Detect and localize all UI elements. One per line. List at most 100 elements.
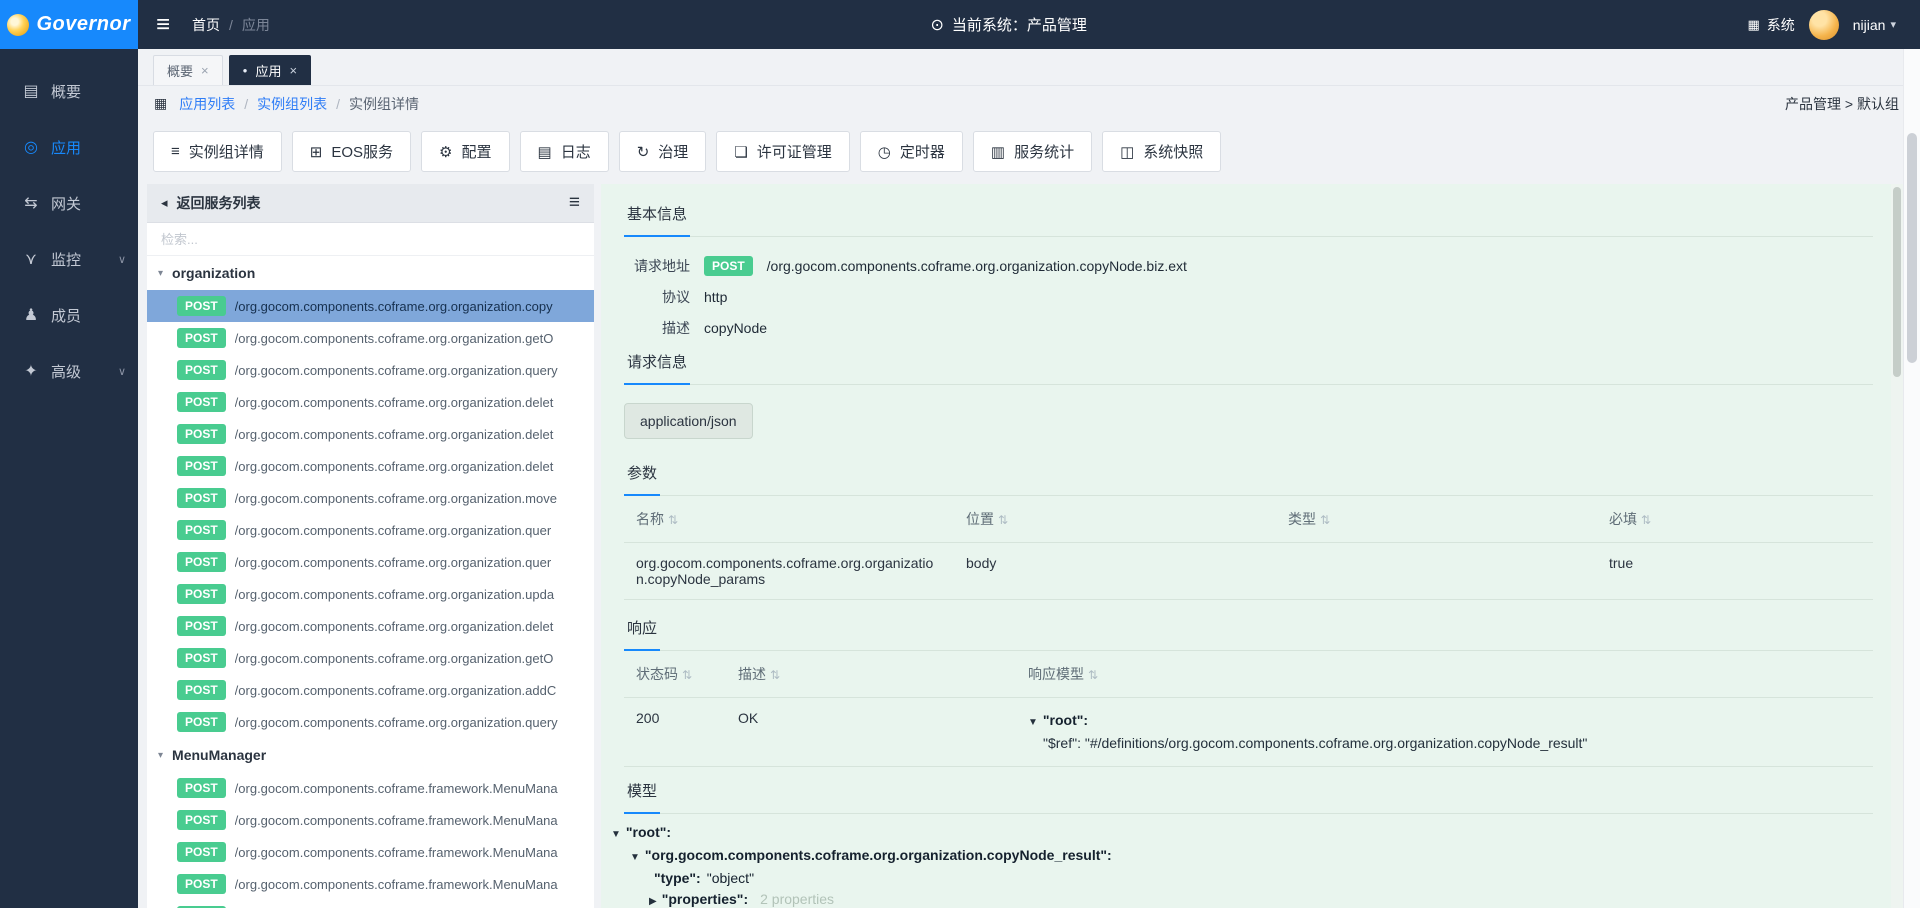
content-type-chip[interactable]: application/json [624, 403, 753, 439]
eos-service-button[interactable]: ⊞ EOS服务 [292, 131, 411, 172]
request-address-row: 请求地址 POST /org.gocom.components.coframe.… [624, 255, 1873, 276]
close-icon[interactable]: × [289, 63, 297, 78]
list-icon: ≡ [171, 143, 180, 160]
governance-button[interactable]: ↻ 治理 [619, 131, 707, 172]
service-group-organization[interactable]: ▾ organization [147, 256, 594, 290]
service-item[interactable]: POST /org.gocom.components.coframe.org.o… [147, 482, 594, 514]
system-snapshot-button[interactable]: ◫ 系统快照 [1102, 131, 1221, 172]
sidebar-item-advanced[interactable]: ✦ 高级 ∨ [0, 343, 138, 399]
tree-expand-icon[interactable]: ▶ [649, 891, 657, 908]
config-button[interactable]: ⚙ 配置 [421, 131, 509, 172]
timer-button[interactable]: ◷ 定时器 [860, 131, 963, 172]
group-label: organization [172, 265, 255, 281]
sidebar-item-members[interactable]: ♟ 成员 [0, 287, 138, 343]
sidebar-item-gateway[interactable]: ⇆ 网关 [0, 175, 138, 231]
service-path: /org.gocom.components.coframe.framework.… [235, 845, 584, 860]
service-item[interactable]: POST /org.gocom.components.coframe.org.o… [147, 418, 594, 450]
page-scrollbar[interactable] [1903, 49, 1920, 908]
back-to-service-list[interactable]: ◂ 返回服务列表 ≡ [147, 184, 594, 223]
breadcrumb-home-link[interactable]: 首页 [192, 15, 220, 35]
tree-expand-icon[interactable]: ▼ [630, 847, 640, 868]
tab-overview[interactable]: 概要 × [153, 55, 223, 85]
column-header-type[interactable]: 类型⇅ [1276, 496, 1597, 543]
service-item[interactable]: POST /org.gocom.components.coframe.org.o… [147, 610, 594, 642]
triangle-down-icon: ▾ [158, 268, 163, 279]
service-stats-button[interactable]: ▥ 服务统计 [973, 131, 1092, 172]
service-item[interactable]: POST /org.gocom.components.coframe.org.o… [147, 450, 594, 482]
detail-scrollbar[interactable] [1891, 184, 1903, 908]
column-header-required[interactable]: 必填⇅ [1597, 496, 1873, 543]
method-badge: POST [177, 810, 226, 830]
sort-icon[interactable]: ⇅ [770, 668, 780, 682]
response-table-header: 状态码⇅ 描述⇅ 响应模型⇅ [624, 651, 1873, 698]
description-row: 描述 copyNode [624, 317, 1873, 338]
column-header-name[interactable]: 名称⇅ [624, 496, 954, 543]
sort-icon[interactable]: ⇅ [1088, 668, 1098, 682]
service-item[interactable]: POST /org.gocom.components.coframe.org.o… [147, 290, 594, 322]
tree-expand-icon[interactable]: ▼ [611, 824, 621, 845]
sort-icon[interactable]: ⇅ [1641, 513, 1651, 527]
sort-icon[interactable]: ⇅ [682, 668, 692, 682]
service-search-input[interactable] [161, 232, 580, 247]
sidebar-item-overview[interactable]: ▤ 概要 [0, 63, 138, 119]
service-item[interactable]: POST /org.gocom.components.coframe.org.o… [147, 706, 594, 738]
sort-icon[interactable]: ⇅ [1320, 513, 1330, 527]
service-path: /org.gocom.components.coframe.framework.… [235, 877, 584, 892]
eye-icon: ⊙ [930, 15, 943, 35]
model-root-key: "root": [1043, 710, 1088, 731]
service-item[interactable]: POST /org.gocom.components.coframe.frame… [147, 900, 594, 908]
service-item[interactable]: POST /org.gocom.components.coframe.org.o… [147, 578, 594, 610]
column-header-description[interactable]: 描述⇅ [726, 651, 1016, 698]
tree-expand-icon[interactable]: ▼ [1028, 712, 1038, 733]
column-header-response-model[interactable]: 响应模型⇅ [1016, 651, 1873, 698]
response-model-cell: ▼ "root": "$ref": "#/definitions/org.goc… [1016, 698, 1873, 767]
avatar[interactable] [1809, 10, 1839, 40]
service-item[interactable]: POST /org.gocom.components.coframe.frame… [147, 836, 594, 868]
tree-node: ▶ "properties": 2 properties [611, 889, 1873, 908]
sidebar: ▤ 概要 ◎ 应用 ⇆ 网关 ⋎ 监控 ∨ ♟ 成员 ✦ 高级 ∨ [0, 49, 138, 908]
breadcrumb-current-link[interactable]: 应用 [242, 15, 270, 35]
service-item[interactable]: POST /org.gocom.components.coframe.frame… [147, 772, 594, 804]
sidebar-toggle-icon[interactable]: ≡ [156, 13, 170, 37]
service-path: /org.gocom.components.coframe.org.organi… [235, 683, 584, 698]
grid-icon: ▦ [154, 95, 167, 112]
sidebar-item-label: 成员 [51, 305, 81, 326]
service-item[interactable]: POST /org.gocom.components.coframe.org.o… [147, 322, 594, 354]
service-item[interactable]: POST /org.gocom.components.coframe.frame… [147, 868, 594, 900]
column-header-status-code[interactable]: 状态码⇅ [624, 651, 726, 698]
service-item[interactable]: POST /org.gocom.components.coframe.org.o… [147, 642, 594, 674]
scrollbar-thumb[interactable] [1907, 133, 1917, 363]
service-search [147, 223, 594, 256]
breadcrumb-app-list-link[interactable]: 应用列表 [179, 94, 235, 114]
governor-logo-icon [7, 14, 29, 36]
sort-icon[interactable]: ⇅ [668, 513, 678, 527]
service-item[interactable]: POST /org.gocom.components.coframe.org.o… [147, 354, 594, 386]
breadcrumb-instance-group-list-link[interactable]: 实例组列表 [257, 94, 327, 114]
service-item[interactable]: POST /org.gocom.components.coframe.org.o… [147, 674, 594, 706]
instance-group-detail-button[interactable]: ≡ 实例组详情 [153, 131, 282, 172]
column-header-position[interactable]: 位置⇅ [954, 496, 1276, 543]
service-item[interactable]: POST /org.gocom.components.coframe.org.o… [147, 546, 594, 578]
sidebar-item-apps[interactable]: ◎ 应用 [0, 119, 138, 175]
sort-icon[interactable]: ⇅ [998, 513, 1008, 527]
description-cell: OK [726, 698, 1016, 767]
service-item[interactable]: POST /org.gocom.components.coframe.org.o… [147, 386, 594, 418]
scrollbar-thumb[interactable] [1893, 187, 1901, 377]
panel-menu-icon[interactable]: ≡ [569, 192, 580, 214]
method-badge: POST [177, 520, 226, 540]
close-icon[interactable]: × [201, 63, 209, 78]
tree-node: ▼ "org.gocom.components.coframe.org.orga… [611, 845, 1873, 868]
user-menu[interactable]: nijian ▾ [1853, 17, 1896, 33]
tab-apps[interactable]: ● 应用 × [229, 55, 311, 85]
button-label: 实例组详情 [189, 141, 264, 162]
system-menu[interactable]: ▦ 系统 [1747, 15, 1794, 35]
log-button[interactable]: ▤ 日志 [520, 131, 609, 172]
params-title: 参数 [624, 460, 660, 496]
license-management-button[interactable]: ❏ 许可证管理 [716, 131, 849, 172]
app-logo[interactable]: Governor [0, 0, 138, 49]
service-item[interactable]: POST /org.gocom.components.coframe.frame… [147, 804, 594, 836]
service-path: /org.gocom.components.coframe.org.organi… [235, 523, 584, 538]
sidebar-item-monitor[interactable]: ⋎ 监控 ∨ [0, 231, 138, 287]
service-item[interactable]: POST /org.gocom.components.coframe.org.o… [147, 514, 594, 546]
service-group-menumanager[interactable]: ▾ MenuManager [147, 738, 594, 772]
